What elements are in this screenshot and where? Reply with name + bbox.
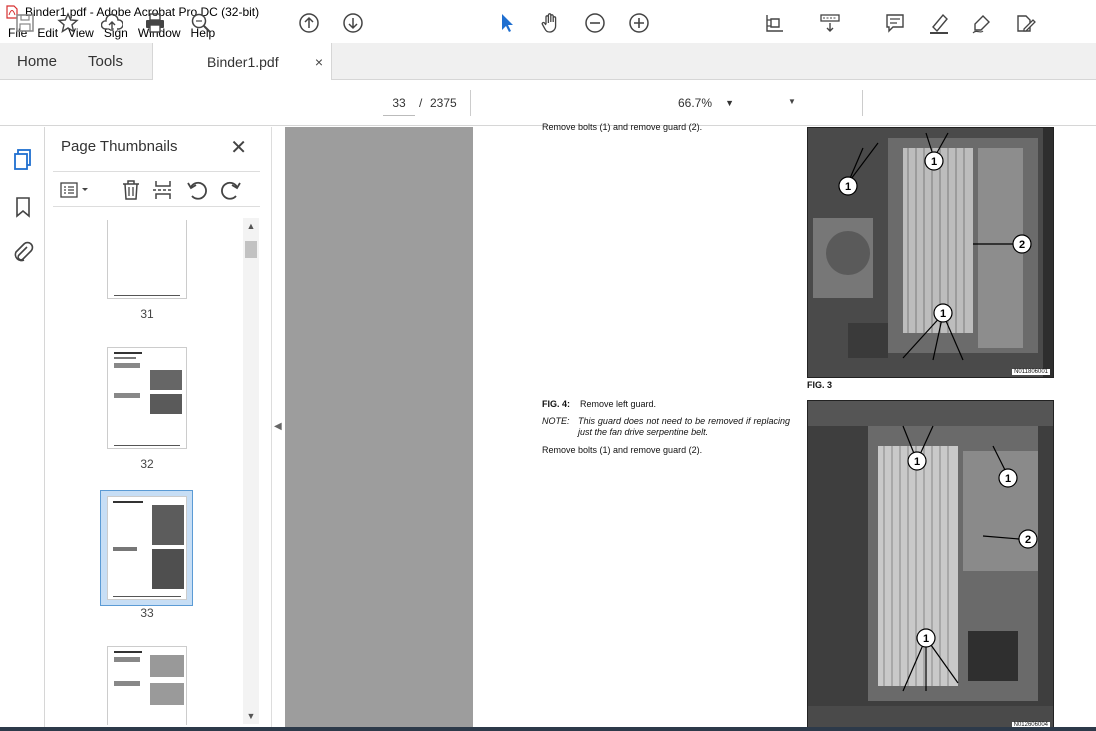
- bookmark-star-icon[interactable]: [55, 10, 81, 36]
- callout-label: 1: [845, 181, 851, 193]
- chevron-down-icon: ▼: [725, 98, 734, 108]
- panel-title: Page Thumbnails: [61, 138, 178, 155]
- thumbnails-panel: Page Thumbnails ✕ 31 32 33: [46, 127, 271, 731]
- callout-label: 1: [914, 456, 920, 468]
- tab-tools[interactable]: Tools: [88, 43, 123, 80]
- close-panel-icon[interactable]: ✕: [230, 135, 247, 160]
- figure-3-caption: FIG. 3: [807, 380, 833, 390]
- thumbnail-page-selected[interactable]: [107, 496, 187, 600]
- upload-icon[interactable]: [99, 10, 125, 36]
- close-tab-icon[interactable]: ×: [315, 54, 323, 70]
- document-view[interactable]: Remove bolts (1) and remove guard (2). 1…: [285, 122, 1096, 731]
- toolbar: [0, 80, 1096, 126]
- search-icon[interactable]: [188, 10, 214, 36]
- thumbnail-page[interactable]: [107, 347, 187, 449]
- save-icon[interactable]: [12, 10, 38, 36]
- step-text: Remove bolts (1) and remove guard (2).: [542, 445, 703, 455]
- figure-4-step-title: Remove left guard.: [580, 399, 657, 409]
- select-cursor-icon[interactable]: [494, 10, 520, 36]
- highlight-icon[interactable]: [926, 10, 952, 36]
- figure-4-image: 1 1 2 1 N012606004: [807, 400, 1054, 731]
- figure-4-label: FIG. 4:: [542, 399, 571, 409]
- toolbar-divider: [470, 90, 471, 116]
- thumbnail-options-icon[interactable]: [59, 178, 93, 202]
- callout-label: 1: [940, 308, 946, 320]
- scrollbar-thumb[interactable]: [245, 241, 257, 258]
- pdf-page: Remove bolts (1) and remove guard (2). 1…: [473, 122, 1096, 731]
- thumbnails-icon[interactable]: [11, 147, 35, 171]
- comment-icon[interactable]: [882, 10, 908, 36]
- panel-splitter[interactable]: ◀: [271, 127, 285, 731]
- tab-document-label: Binder1.pdf: [207, 54, 279, 70]
- thumbnail-scrollbar[interactable]: ▲ ▼: [243, 218, 259, 724]
- zoom-out-icon[interactable]: [582, 10, 608, 36]
- callout-label: 1: [923, 633, 929, 645]
- panel-toolbar: [53, 171, 260, 207]
- left-rail: [0, 127, 45, 731]
- callout-label: 1: [931, 156, 937, 168]
- tab-document[interactable]: Binder1.pdf ×: [152, 43, 332, 81]
- callout-label: 1: [1005, 473, 1011, 485]
- taskbar-edge: [0, 727, 1096, 731]
- extract-page-icon[interactable]: [151, 178, 175, 202]
- collapse-panel-icon[interactable]: ◀: [274, 421, 282, 432]
- thumbnail-page-number: 33: [140, 606, 154, 620]
- sign-icon[interactable]: [969, 10, 995, 36]
- page-separator: /: [419, 96, 423, 110]
- rotate-left-icon[interactable]: [185, 178, 209, 202]
- thumbnail-page-number: 31: [140, 307, 154, 321]
- hand-icon[interactable]: [538, 10, 564, 36]
- note-label: NOTE:: [542, 416, 570, 426]
- print-icon[interactable]: [142, 10, 168, 36]
- page-text-top: Remove bolts (1) and remove guard (2).: [542, 122, 703, 132]
- scroll-up-icon[interactable]: ▲: [243, 218, 259, 234]
- fit-page-icon[interactable]: [762, 10, 788, 36]
- figure-4-drawing: 1 1 2 1: [808, 401, 1053, 730]
- thumbnail-page-number: 32: [140, 457, 154, 471]
- next-page-icon[interactable]: [340, 10, 366, 36]
- scroll-mode-icon[interactable]: [817, 10, 843, 36]
- delete-page-icon[interactable]: [119, 178, 143, 202]
- scroll-down-icon[interactable]: ▼: [243, 708, 259, 724]
- total-pages: 2375: [430, 96, 457, 110]
- toolbar-divider: [862, 90, 863, 116]
- rotate-right-icon[interactable]: [219, 178, 243, 202]
- zoom-value: 66.7%: [678, 96, 713, 110]
- callout-label: 2: [1025, 534, 1031, 546]
- fit-page-chevron-icon[interactable]: ▼: [788, 97, 796, 106]
- tab-home[interactable]: Home: [17, 43, 57, 80]
- figure-3-id: N011806001: [1012, 369, 1050, 375]
- thumbnail-list: 31 32 33: [53, 220, 243, 725]
- thumbnail-page[interactable]: [107, 220, 187, 299]
- callout-label: 2: [1019, 239, 1025, 251]
- figure-3-drawing: 1 1 2 1: [808, 128, 1053, 377]
- attachments-icon[interactable]: [11, 240, 35, 264]
- tab-bar: Home Tools Binder1.pdf ×: [0, 43, 1096, 81]
- page-number-input[interactable]: 33: [383, 90, 415, 116]
- note-text: This guard does not need to be removed i…: [578, 416, 790, 437]
- figure-3-image: 1 1 2 1 N011806001: [807, 127, 1054, 378]
- thumbnail-page[interactable]: [107, 646, 187, 725]
- zoom-in-icon[interactable]: [626, 10, 652, 36]
- bookmarks-icon[interactable]: [11, 195, 35, 219]
- edit-pdf-icon[interactable]: [1012, 10, 1038, 36]
- zoom-dropdown[interactable]: 66.7% ▼: [670, 90, 740, 116]
- prev-page-icon[interactable]: [296, 10, 322, 36]
